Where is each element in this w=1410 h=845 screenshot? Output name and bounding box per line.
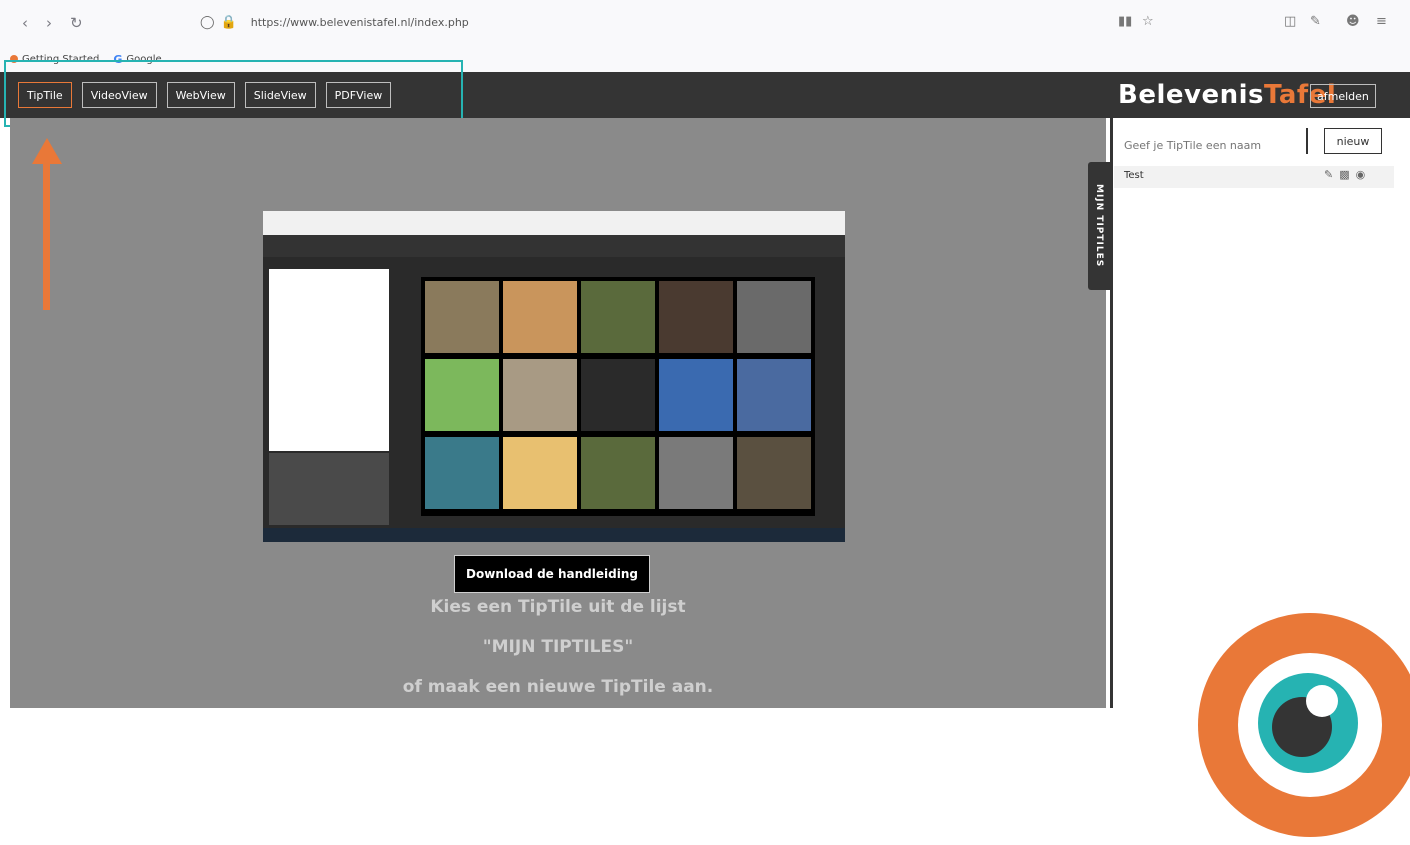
- tile-image: [737, 437, 811, 509]
- screenshot-editor-panel: [269, 269, 389, 451]
- tile-image: [503, 437, 577, 509]
- tile-image: [659, 281, 733, 353]
- tile-image: [503, 281, 577, 353]
- tile-image: [581, 437, 655, 509]
- tile-image: [659, 437, 733, 509]
- arrow-shaft: [43, 162, 50, 310]
- tile-image: [581, 281, 655, 353]
- screenshot-taskbar: [263, 528, 845, 542]
- tile-image: [425, 281, 499, 353]
- back-icon[interactable]: ‹: [22, 14, 28, 32]
- reload-icon[interactable]: ↻: [70, 14, 83, 32]
- tile-image: [425, 359, 499, 431]
- browser-toolbar: ‹ › ↻ ◯ 🔒 https://www.belevenistafel.nl/…: [0, 0, 1410, 46]
- brand-logo: BelevenisTafel: [1118, 80, 1336, 110]
- my-tiptiles-handle[interactable]: MIJN TIPTILES: [1088, 162, 1110, 290]
- eye-icon[interactable]: ◉: [1356, 168, 1366, 181]
- tile-image: [425, 437, 499, 509]
- menu-icon[interactable]: ≡: [1376, 14, 1387, 29]
- shield-icon: ◯: [200, 14, 215, 30]
- tile-image: [581, 359, 655, 431]
- account-icon[interactable]: ☻: [1346, 14, 1360, 29]
- reader-icon[interactable]: ▮▮: [1118, 14, 1132, 29]
- logo-highlight: [1306, 685, 1338, 717]
- screenshot-image-grid: [421, 277, 815, 516]
- tile-image: [737, 359, 811, 431]
- logout-button[interactable]: afmelden: [1310, 84, 1376, 108]
- edit-icon[interactable]: ✎: [1324, 168, 1333, 181]
- lock-icon: 🔒: [220, 14, 237, 30]
- extension-icon[interactable]: ✎: [1310, 14, 1321, 29]
- download-manual-button[interactable]: Download de handleiding: [454, 555, 650, 593]
- tile-image: [737, 281, 811, 353]
- screenshot-panel-bottom: [269, 453, 389, 525]
- new-tiptile-button[interactable]: nieuw: [1324, 128, 1382, 154]
- manual-screenshot: [263, 211, 845, 542]
- list-item-actions: ✎ ▩ ◉: [1324, 168, 1365, 181]
- forward-icon[interactable]: ›: [46, 14, 52, 32]
- screenshot-browser-chrome: [263, 211, 845, 235]
- logo-main: Belevenis: [1118, 80, 1264, 110]
- instruction-line-3: of maak een nieuwe TipTile aan.: [402, 677, 714, 697]
- list-item-label[interactable]: Test: [1124, 170, 1144, 181]
- screenshot-header: [263, 235, 845, 257]
- eye-logo-icon: [1198, 613, 1410, 837]
- tile-image: [503, 359, 577, 431]
- tabs-highlight-frame: [4, 60, 463, 127]
- bookmark-star-icon[interactable]: ☆: [1142, 14, 1154, 29]
- tiptile-name-input[interactable]: [1124, 136, 1299, 154]
- address-bar[interactable]: ◯ 🔒 https://www.belevenistafel.nl/index.…: [200, 10, 1100, 34]
- shield-toolbar-icon[interactable]: ◫: [1284, 14, 1296, 29]
- arrow-up-icon: [32, 138, 62, 164]
- instruction-line-2: "MIJN TIPTILES": [482, 637, 634, 657]
- trash-icon[interactable]: ▩: [1339, 168, 1349, 181]
- url-text[interactable]: https://www.belevenistafel.nl/index.php: [251, 16, 469, 29]
- input-divider: [1306, 128, 1308, 154]
- instruction-line-1: Kies een TipTile uit de lijst: [430, 597, 686, 617]
- tile-image: [659, 359, 733, 431]
